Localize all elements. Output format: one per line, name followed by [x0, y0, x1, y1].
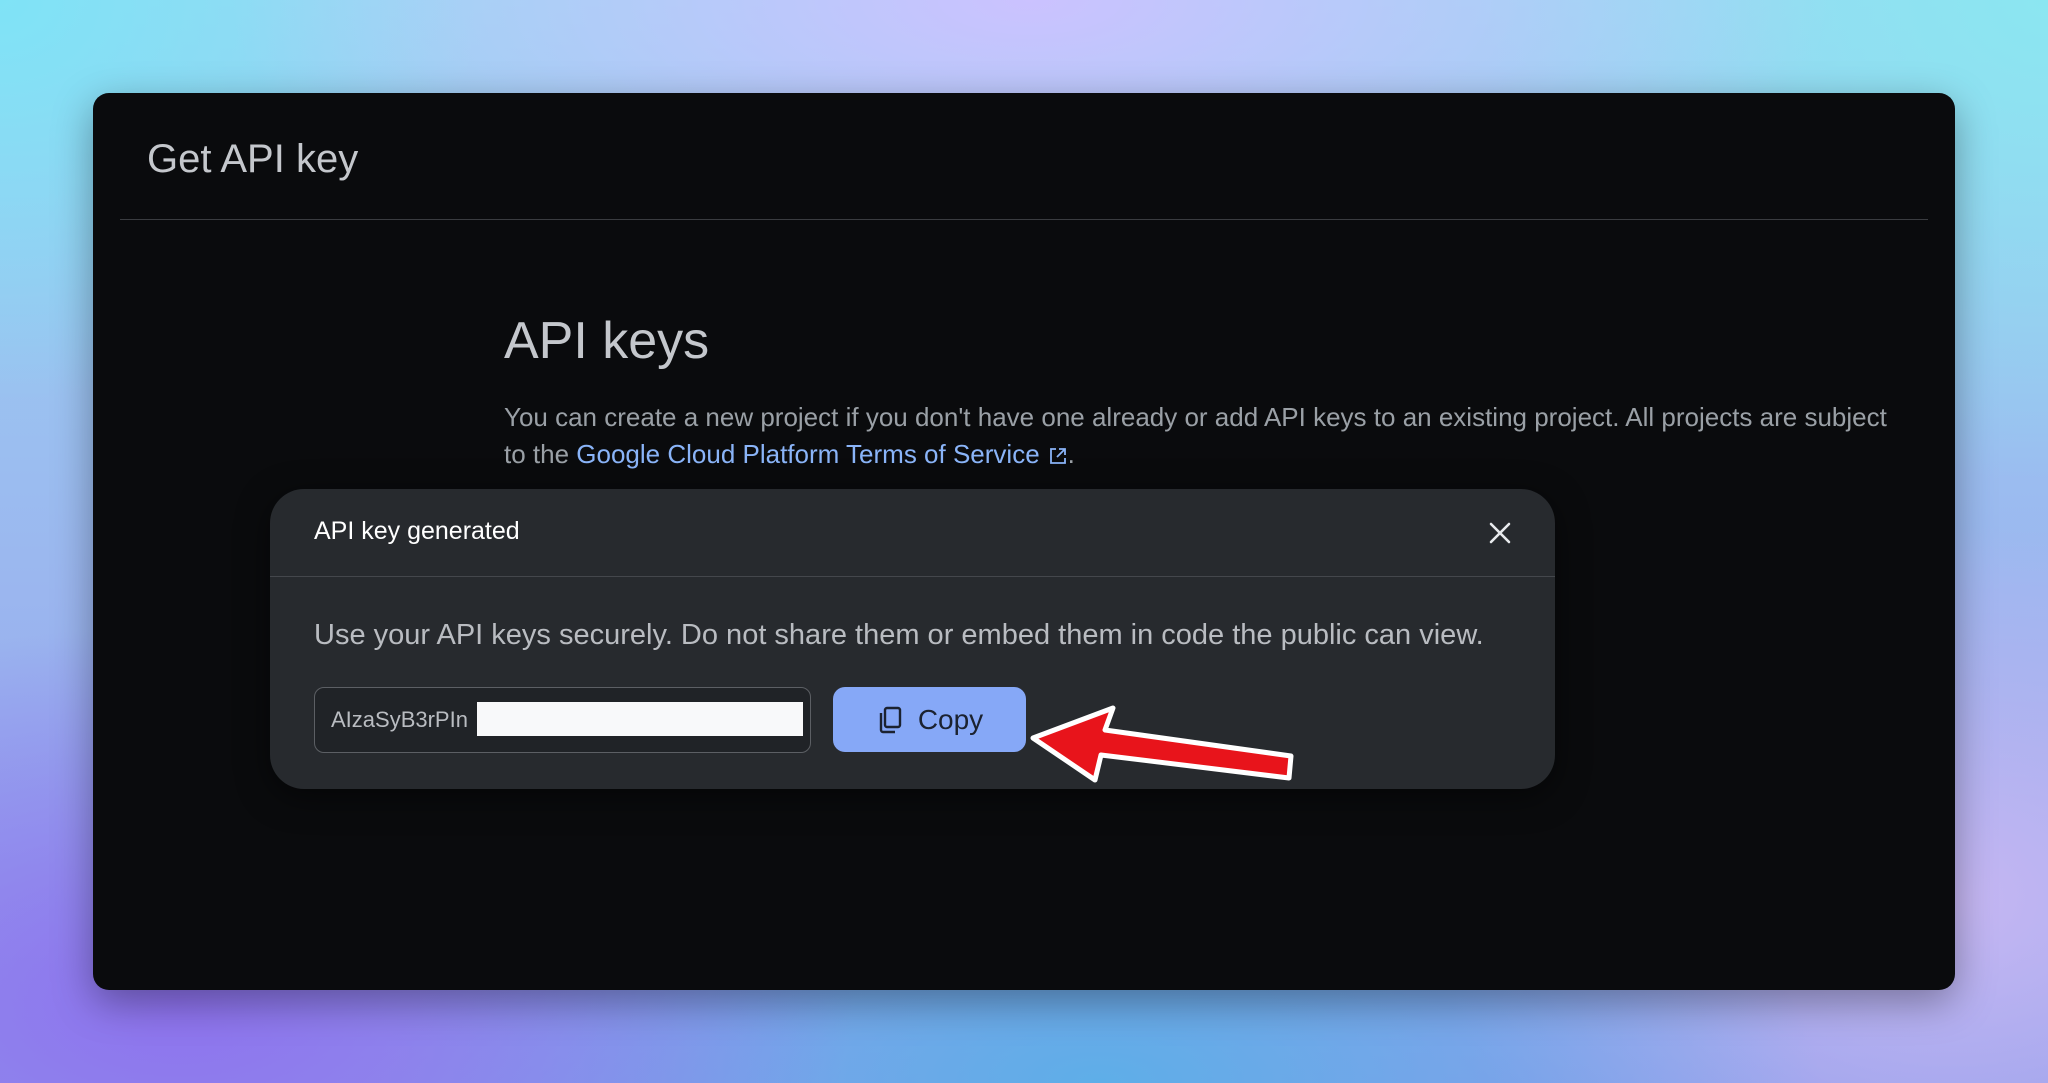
section-description-end: . — [1067, 439, 1075, 469]
api-key-text: AIzaSyB3rPIn — [331, 707, 468, 732]
terms-of-service-link[interactable]: Google Cloud Platform Terms of Service — [576, 439, 1067, 469]
dialog-divider — [270, 576, 1555, 577]
page-title: Get API key — [147, 137, 359, 181]
close-icon — [1489, 522, 1511, 544]
api-key-field[interactable]: AIzaSyB3rPIn — [314, 687, 811, 753]
section-title: API keys — [504, 312, 710, 370]
external-link-icon — [1049, 448, 1066, 464]
copy-button[interactable]: Copy — [833, 687, 1026, 752]
close-button[interactable] — [1486, 519, 1514, 547]
copy-button-label: Copy — [917, 703, 984, 735]
section-description: You can create a new project if you don'… — [504, 399, 1904, 473]
terms-link-label: Google Cloud Platform Terms of Service — [576, 439, 1040, 469]
dialog-title: API key generated — [314, 517, 520, 545]
header-divider — [120, 219, 1928, 220]
redacted-key-block — [477, 702, 803, 736]
api-key-dialog: API key generated Use your API keys secu… — [270, 489, 1555, 789]
security-message: Use your API keys securely. Do not share… — [314, 619, 1484, 651]
copy-icon — [879, 706, 902, 733]
